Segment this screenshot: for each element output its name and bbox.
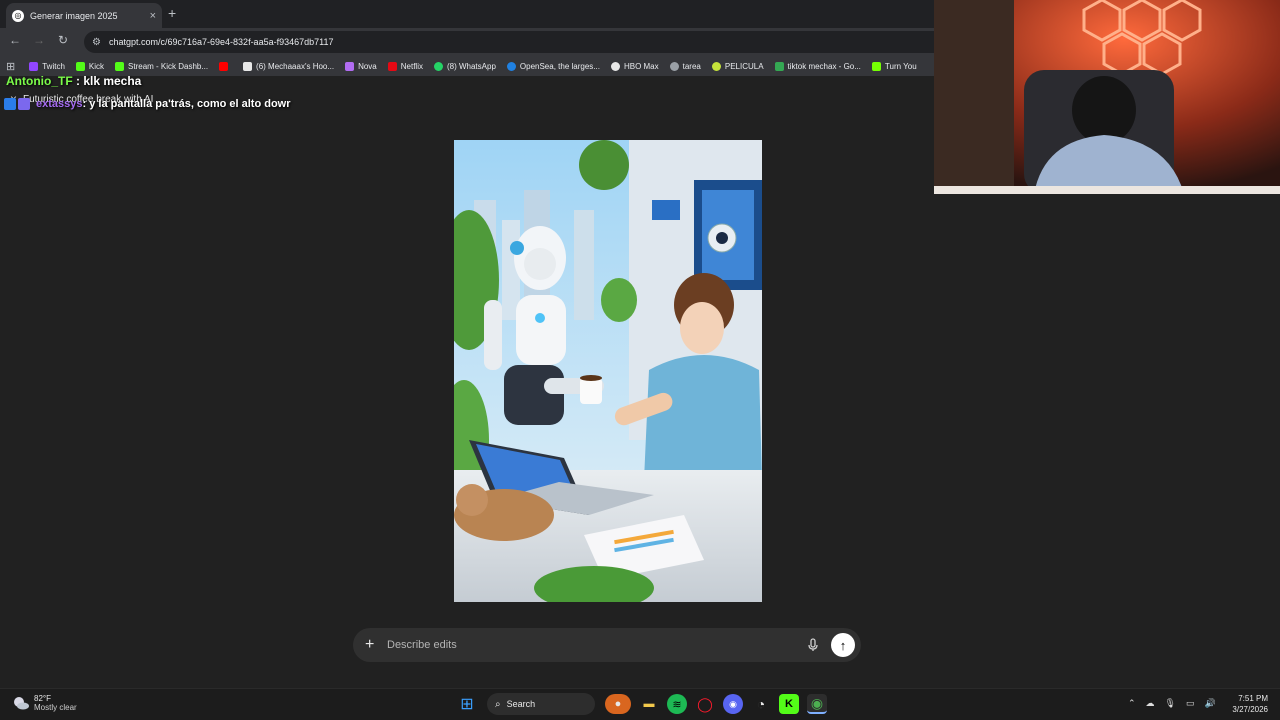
composer: + ↑ <box>353 628 861 662</box>
chat-text: : y la pantalla pa'trás, como el alto do… <box>82 98 291 110</box>
new-tab-button[interactable]: + <box>168 5 176 21</box>
file-explorer-icon[interactable]: ▬ <box>639 694 659 714</box>
search-icon: ⌕ <box>495 698 501 710</box>
forward-icon[interactable]: → <box>30 33 48 47</box>
generated-image-illustration <box>454 140 762 602</box>
bookmark-nova[interactable]: Nova <box>345 61 377 71</box>
bookmark-x[interactable]: (6) Mechaaax's Hoo... <box>243 61 334 71</box>
reload-icon[interactable]: ↻ <box>54 33 72 47</box>
obs-studio-icon[interactable]: ◔ <box>751 694 771 714</box>
chat-badge-icon <box>4 98 16 110</box>
back-icon[interactable]: ← <box>6 33 24 47</box>
chat-username: Antonio_TF <box>6 74 73 88</box>
taskbar-search-label: Search <box>506 699 536 709</box>
bookmark-whatsapp[interactable]: (8) WhatsApp <box>433 61 496 71</box>
hbo-max-icon <box>610 61 620 71</box>
discord-icon[interactable]: ◉ <box>723 694 743 714</box>
address-bar[interactable]: ⚙ chatgpt.com/c/69c716a7-69e4-832f-aa5a-… <box>84 31 984 53</box>
bookmark-tiktok-drive[interactable]: tiktok mechax - Go... <box>774 61 861 71</box>
webcam-overlay <box>934 0 1280 194</box>
bookmark-youtube[interactable] <box>219 61 232 71</box>
microphone-icon[interactable] <box>805 637 821 653</box>
taskbar-apps: ⊞ ⌕ Search ● ▬ ≋ ◯ ◉ ◔ K ◉ <box>453 693 831 715</box>
bookmark-hbo-max[interactable]: HBO Max <box>610 61 659 71</box>
stream-chat-message: extassys : y la pantalla pa'trás, como e… <box>4 98 291 110</box>
mic-tray-icon[interactable]: 🎙 <box>1165 698 1176 709</box>
network-icon[interactable]: ▭ <box>1186 698 1195 709</box>
weather-temperature: 82°F <box>34 694 51 703</box>
kick-icon <box>75 61 85 71</box>
x-logo-icon <box>243 61 253 71</box>
clock-time: 7:51 PM <box>1238 694 1268 703</box>
url-text: chatgpt.com/c/69c716a7-69e4-832f-aa5a-f9… <box>108 37 334 47</box>
volume-icon[interactable]: 🔊 <box>1205 698 1216 709</box>
chat-username: extassys <box>36 98 83 110</box>
pelicula-icon <box>711 61 721 71</box>
bookmark-kick[interactable]: Kick <box>75 61 104 71</box>
taskbar-search[interactable]: ⌕ Search <box>487 693 595 715</box>
weather-widget[interactable]: 82°F Mostly clear <box>12 694 77 712</box>
nova-icon <box>345 61 355 71</box>
tab-close-icon[interactable]: × <box>150 10 156 22</box>
stream-chat-message: Antonio_TF : klk mecha <box>6 74 141 88</box>
bookmark-turn-you[interactable]: Turn You <box>871 61 917 71</box>
bookmark-opensea[interactable]: OpenSea, the larges... <box>506 61 600 71</box>
netflix-icon <box>387 61 397 71</box>
bookmark-tarea[interactable]: tarea <box>669 61 701 71</box>
clock[interactable]: 7:51 PM 3/27/2026 <box>1226 693 1268 715</box>
clock-date: 3/27/2026 <box>1232 705 1268 714</box>
opera-icon[interactable]: ◯ <box>695 694 715 714</box>
kick-app-icon[interactable]: K <box>779 694 799 714</box>
twitch-icon <box>29 61 39 71</box>
widget-game-icon[interactable]: ● <box>605 694 631 714</box>
globe-icon <box>669 61 679 71</box>
youtube-icon <box>219 61 229 71</box>
bookmark-netflix[interactable]: Netflix <box>387 61 423 71</box>
chatgpt-favicon-icon: ◎ <box>12 9 24 22</box>
site-info-icon[interactable]: ⚙ <box>92 37 101 48</box>
opensea-icon <box>506 61 516 71</box>
generated-image[interactable] <box>454 140 762 602</box>
chevron-up-icon[interactable]: ⌃ <box>1128 698 1136 709</box>
send-button[interactable]: ↑ <box>831 633 855 657</box>
onedrive-icon[interactable]: ☁ <box>1146 698 1155 709</box>
bookmark-pelicula[interactable]: PELICULA <box>711 61 764 71</box>
weather-moon-icon <box>14 697 29 710</box>
chat-badge-icon <box>18 98 30 110</box>
tab-generar-imagen[interactable]: ◎ Generar imagen 2025 × <box>6 3 162 28</box>
bookmark-kick-dashboard[interactable]: Stream - Kick Dashb... <box>115 61 208 71</box>
google-drive-icon <box>774 61 784 71</box>
system-tray: ⌃ ☁ 🎙 ▭ 🔊 <box>1128 698 1226 709</box>
chrome-icon[interactable]: ◉ <box>807 694 827 714</box>
chat-text: : klk mecha <box>72 74 142 88</box>
turn-you-icon <box>871 61 881 71</box>
webcam-feed <box>934 0 1280 194</box>
tab-title: Generar imagen 2025 <box>30 10 118 21</box>
weather-condition: Mostly clear <box>34 703 77 712</box>
spotify-icon[interactable]: ≋ <box>667 694 687 714</box>
apps-grid-icon[interactable]: ⊞ <box>6 60 15 73</box>
attach-plus-button[interactable]: + <box>365 636 381 654</box>
bookmark-twitch[interactable]: Twitch <box>29 61 65 71</box>
windows-start-icon[interactable]: ⊞ <box>457 694 477 714</box>
kick-icon <box>115 61 125 71</box>
windows-taskbar: 82°F Mostly clear ⊞ ⌕ Search ● ▬ ≋ ◯ ◉ ◔… <box>0 688 1280 720</box>
describe-edits-input[interactable] <box>387 639 805 651</box>
whatsapp-icon <box>433 61 443 71</box>
